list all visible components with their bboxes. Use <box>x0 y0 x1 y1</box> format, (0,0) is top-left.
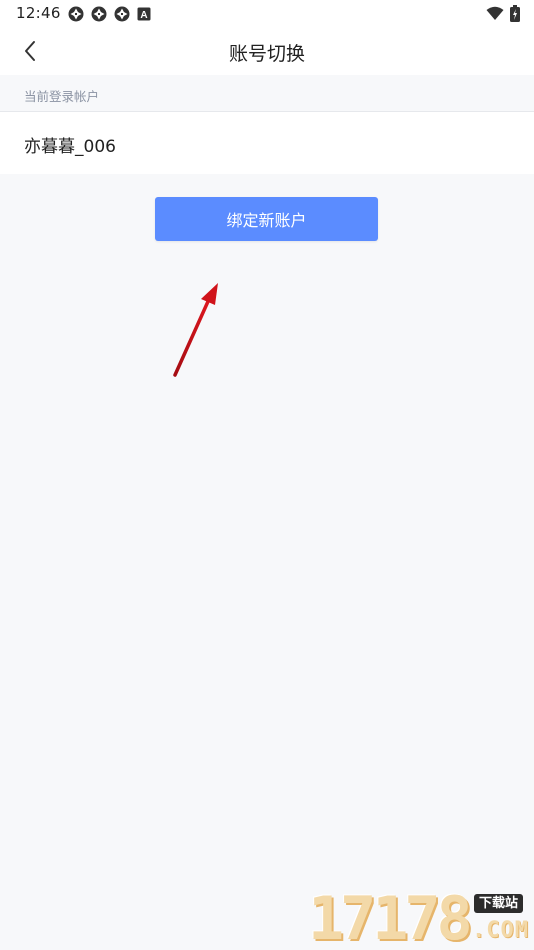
red-arrow-icon <box>173 283 218 377</box>
status-icons-left: A <box>68 6 151 22</box>
nav-bar: 账号切换 <box>0 27 534 75</box>
watermark-tag: 下载站 <box>474 894 524 913</box>
a-badge-icon: A <box>137 7 151 21</box>
aperture-icon <box>114 6 130 22</box>
current-account-section-header: 当前登录帐户 <box>0 75 534 112</box>
aperture-icon <box>91 6 107 22</box>
battery-charging-icon <box>510 5 520 22</box>
status-icons-right <box>486 5 520 22</box>
bind-new-account-button[interactable]: 绑定新账户 <box>155 197 378 241</box>
watermark-suffix: .COM <box>472 918 529 943</box>
status-time: 12:46 <box>16 4 61 22</box>
section-label: 当前登录帐户 <box>24 89 100 104</box>
app-screen: 12:46 A 账号切换 当前登录帐户 亦暮暮_006 绑定新账户 17178 … <box>0 0 534 950</box>
site-watermark: 17178 下载站 .COM <box>308 888 534 950</box>
page-title: 账号切换 <box>228 43 305 65</box>
current-account-row: 亦暮暮_006 <box>0 112 534 174</box>
account-name: 亦暮暮_006 <box>24 137 116 157</box>
watermark-digits: 17178 <box>308 884 473 950</box>
status-bar: 12:46 A <box>0 0 534 27</box>
aperture-icon <box>68 6 84 22</box>
wifi-icon <box>486 6 504 20</box>
a-badge-label: A <box>140 10 147 21</box>
